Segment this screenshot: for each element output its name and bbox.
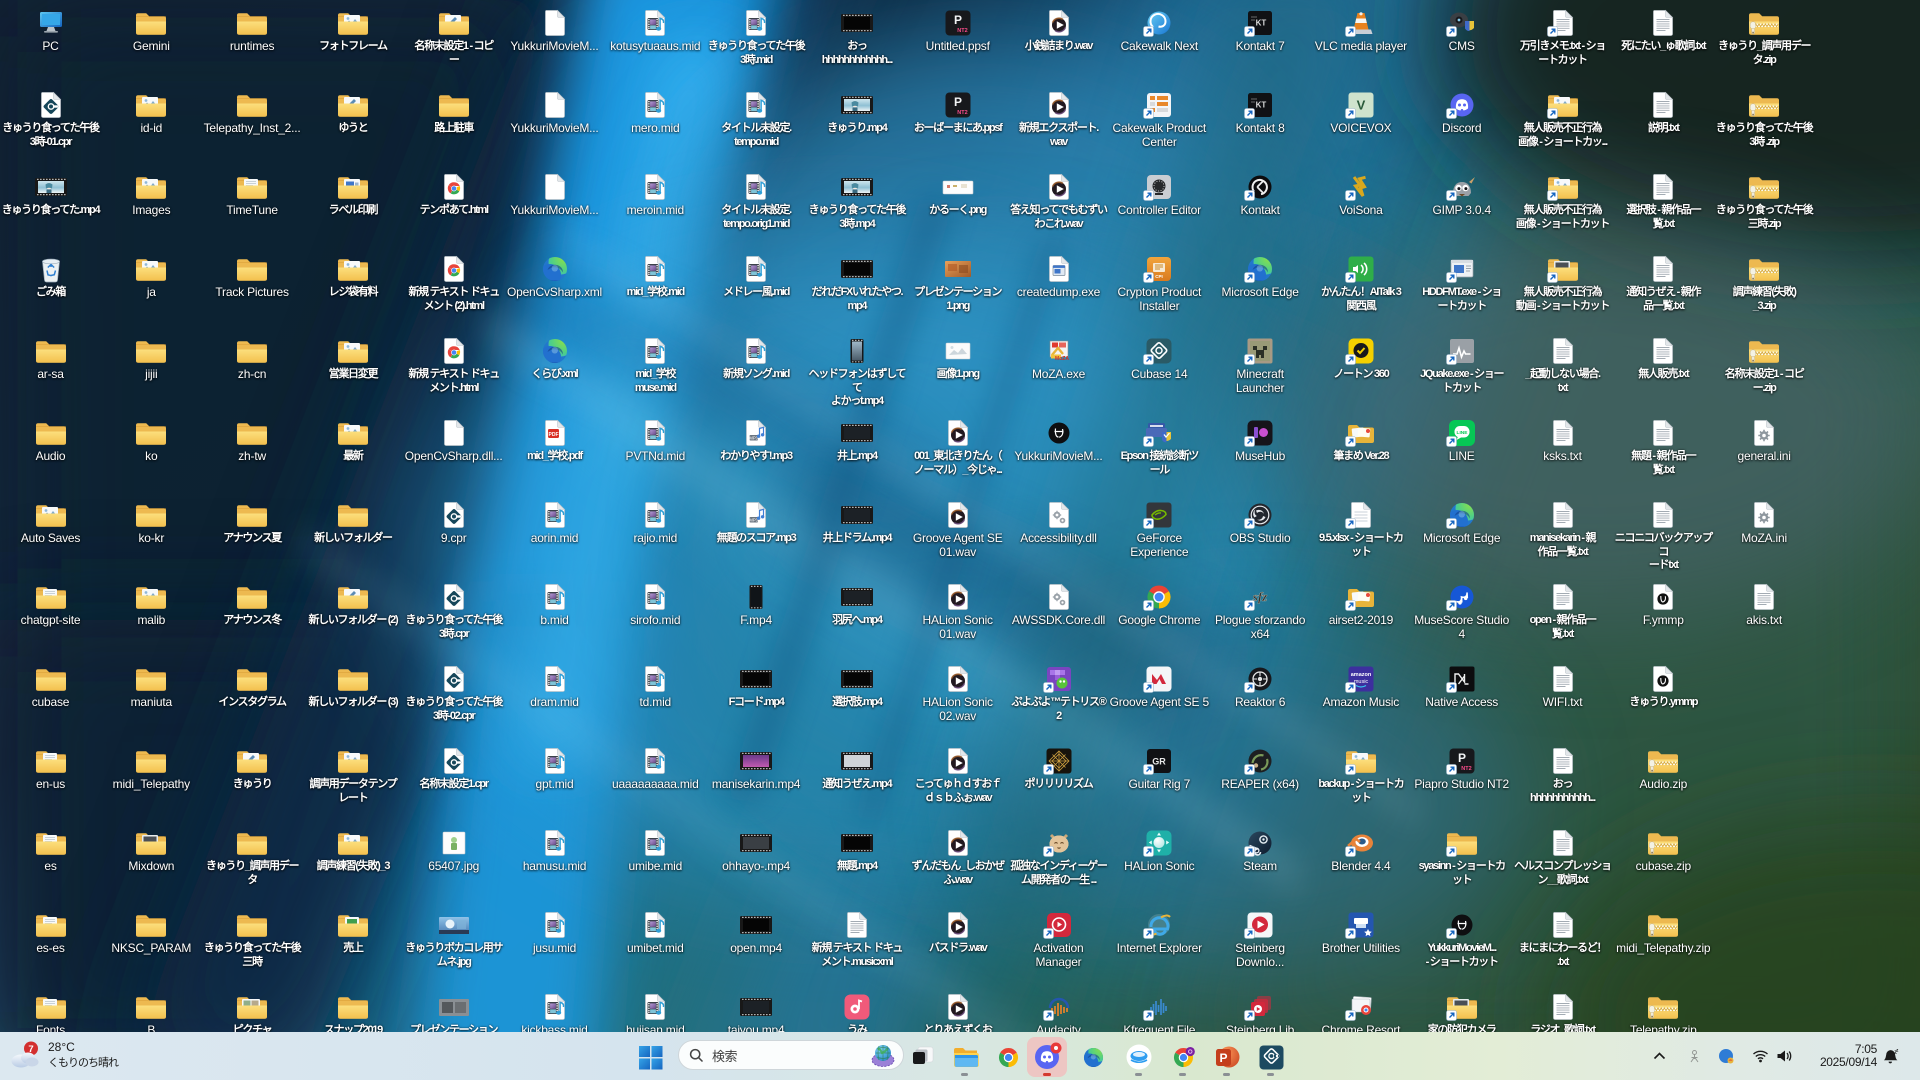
svg-text:V: V — [1357, 98, 1366, 113]
svg-text:LINE: LINE — [1456, 430, 1468, 436]
svg-text:MoZA: MoZA — [1055, 356, 1069, 362]
svg-text:NT2: NT2 — [957, 28, 967, 34]
svg-text:CPI: CPI — [1156, 274, 1164, 279]
svg-text:PDF: PDF — [548, 432, 558, 438]
svg-text:KT: KT — [1256, 101, 1267, 110]
svg-text:NT2: NT2 — [957, 110, 967, 116]
svg-text:z: z — [1896, 1048, 1898, 1053]
svg-text:P: P — [954, 13, 962, 27]
svg-text:NT2: NT2 — [1461, 766, 1471, 772]
svg-text:amazon: amazon — [1351, 672, 1372, 678]
svg-text:P: P — [954, 95, 962, 109]
svg-text:P: P — [1458, 751, 1466, 765]
svg-text:GR: GR — [1153, 757, 1167, 767]
svg-text:KT: KT — [1256, 19, 1267, 28]
svg-text:P: P — [1219, 1051, 1227, 1065]
svg-text:music: music — [1354, 679, 1369, 685]
